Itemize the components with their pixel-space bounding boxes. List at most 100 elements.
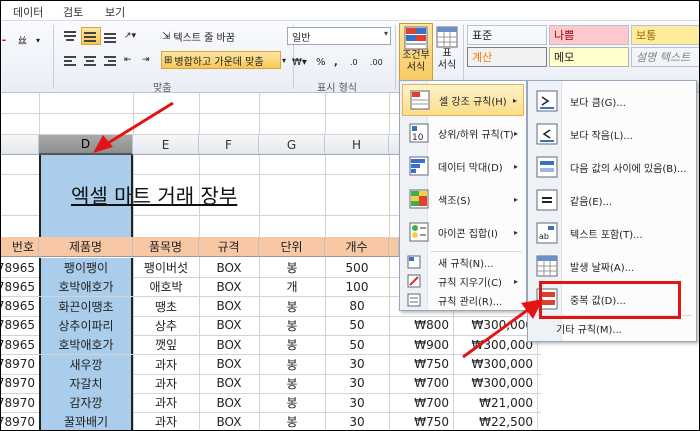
table-cell[interactable]: 팽이버섯 [133, 258, 199, 277]
table-cell[interactable]: 호박애호가 [39, 335, 133, 355]
table-cell[interactable]: ₩700 [389, 374, 453, 393]
menu-item-greater-than[interactable]: 보다 큼(G)... [530, 85, 694, 117]
table-cell[interactable]: 봉 [259, 335, 325, 354]
percent-button[interactable]: % [315, 53, 329, 71]
increase-decimal-button[interactable]: .0 [349, 53, 367, 71]
table-cell[interactable]: 30 [325, 393, 389, 412]
column-header-g[interactable]: G [259, 135, 325, 155]
column-header-c[interactable] [1, 135, 39, 155]
table-cell[interactable]: ₩21,000 [453, 393, 537, 412]
merge-center-button[interactable]: ⊞ 병합하고 가운데 맞춤 [161, 51, 281, 69]
menu-item-more-rules[interactable]: 기타 규칙(M)... [530, 319, 694, 337]
table-cell[interactable]: 78970 [1, 412, 39, 430]
align-center-button[interactable] [81, 51, 101, 69]
menu-item-new-rule[interactable]: 새 규칙(N)... [402, 253, 524, 271]
table-cell[interactable]: 화끈이땡초 [39, 296, 133, 316]
table-header-cell[interactable]: 번호 [1, 237, 39, 257]
table-cell[interactable]: 100 [325, 277, 389, 296]
table-cell[interactable]: 78970 [1, 355, 39, 374]
menu-item-equal-to[interactable]: 같음(E)... [530, 184, 694, 216]
table-cell[interactable]: BOX [199, 355, 259, 374]
column-header-f[interactable]: F [199, 135, 259, 155]
align-top-button[interactable] [61, 27, 81, 45]
table-cell[interactable]: 봉 [259, 316, 325, 335]
font-color-button[interactable]: - [1, 31, 13, 49]
comma-button[interactable]: , [333, 53, 343, 71]
table-cell[interactable]: 30 [325, 355, 389, 374]
table-cell[interactable]: 감자깡 [39, 393, 133, 413]
table-cell[interactable]: BOX [199, 277, 259, 296]
table-cell[interactable]: 꿀꽈배기 [39, 412, 133, 430]
wrap-text-button[interactable]: ⇲ 텍스트 줄 바꿈 [161, 27, 281, 45]
table-cell[interactable]: BOX [199, 374, 259, 393]
table-cell[interactable]: 봉 [259, 412, 325, 430]
table-cell[interactable]: 30 [325, 374, 389, 393]
menu-item-clear-rules[interactable]: 규칙 지우기(C) ▸ [402, 272, 524, 290]
increase-indent-button[interactable]: ⇥ [141, 51, 159, 69]
table-cell[interactable]: 상추 [133, 316, 199, 335]
table-header-cell[interactable]: 규격 [199, 237, 259, 257]
table-cell[interactable]: ₩22,500 [453, 412, 537, 430]
table-cell[interactable]: 78965 [1, 316, 39, 335]
menu-item-data-bars[interactable]: 데이터 막대(D) ▸ [402, 150, 524, 182]
table-cell[interactable]: 78965 [1, 258, 39, 277]
decrease-indent-button[interactable]: ⇤ [123, 51, 141, 69]
table-cell[interactable]: 애호박 [133, 277, 199, 296]
table-cell[interactable]: 78965 [1, 277, 39, 296]
menu-item-between[interactable]: 다음 값의 사이에 있음(B)... [530, 151, 694, 183]
table-cell[interactable]: 78970 [1, 393, 39, 412]
table-cell[interactable]: ₩750 [389, 412, 453, 430]
table-cell[interactable]: 깻잎 [133, 335, 199, 354]
decrease-decimal-button[interactable]: .00 [369, 53, 387, 71]
table-cell[interactable]: BOX [199, 335, 259, 354]
menu-item-highlight-rules[interactable]: 셀 강조 규칙(H) ▸ [402, 84, 524, 116]
table-cell[interactable]: BOX [199, 258, 259, 277]
tab-view[interactable]: 보기 [105, 4, 125, 20]
table-header-cell[interactable]: 개수 [325, 237, 389, 257]
table-cell[interactable]: 과자 [133, 393, 199, 412]
orientation-button[interactable]: ↗▾ [123, 27, 149, 45]
currency-button[interactable]: ₩▾ [291, 53, 311, 71]
column-header-h[interactable]: H [325, 135, 389, 155]
table-cell[interactable]: 500 [325, 258, 389, 277]
align-middle-button[interactable] [81, 27, 101, 45]
table-header-cell[interactable]: 품목명 [133, 237, 199, 257]
align-bottom-button[interactable] [101, 27, 121, 45]
phonetic-button[interactable]: 丝 [17, 31, 35, 49]
menu-item-date-occurring[interactable]: 발생 날짜(A)... [530, 250, 694, 282]
table-header-cell[interactable] [389, 237, 399, 257]
align-left-button[interactable] [61, 51, 81, 69]
menu-item-text-contains[interactable]: ab 텍스트 포함(T)... [530, 217, 694, 249]
table-cell[interactable]: BOX [199, 393, 259, 412]
style-neutral[interactable]: 보통 [631, 25, 699, 45]
table-cell[interactable]: ₩300,000 [453, 374, 537, 393]
menu-item-color-scales[interactable]: 색조(S) ▸ [402, 183, 524, 215]
style-bad[interactable]: 나쁨 [549, 25, 629, 45]
table-cell[interactable]: 봉 [259, 374, 325, 393]
phonetic-dropdown-icon[interactable]: ▾ [35, 31, 47, 49]
tab-review[interactable]: 검토 [63, 4, 83, 20]
table-cell[interactable]: 과자 [133, 374, 199, 393]
menu-item-top-bottom-rules[interactable]: 10 상위/하위 규칙(T) ▸ [402, 117, 524, 149]
table-cell[interactable]: 과자 [133, 412, 199, 430]
table-cell[interactable]: ₩800 [389, 316, 453, 335]
table-cell[interactable]: ₩700 [389, 393, 453, 412]
table-cell[interactable]: 50 [325, 335, 389, 354]
table-cell[interactable]: 봉 [259, 355, 325, 374]
align-right-button[interactable] [101, 51, 121, 69]
table-cell[interactable]: BOX [199, 297, 259, 316]
table-cell[interactable]: 개 [259, 277, 325, 296]
merge-dropdown-icon[interactable]: ▾ [281, 51, 289, 69]
style-explanatory[interactable]: 설명 텍스트 [631, 47, 699, 67]
number-format-select[interactable]: 일반 ▾ [287, 27, 391, 45]
table-cell[interactable]: 78965 [1, 297, 39, 316]
table-header-cell[interactable]: 제품명 [39, 237, 133, 257]
style-calculation[interactable]: 계산 [467, 47, 547, 67]
table-cell[interactable]: 호박애호가 [39, 277, 133, 297]
table-cell[interactable]: ₩750 [389, 355, 453, 374]
table-cell[interactable]: 자갈치 [39, 373, 133, 393]
table-cell[interactable]: 새우깡 [39, 354, 133, 374]
table-cell[interactable]: BOX [199, 316, 259, 335]
table-cell[interactable]: 50 [325, 316, 389, 335]
table-cell[interactable]: BOX [199, 412, 259, 430]
